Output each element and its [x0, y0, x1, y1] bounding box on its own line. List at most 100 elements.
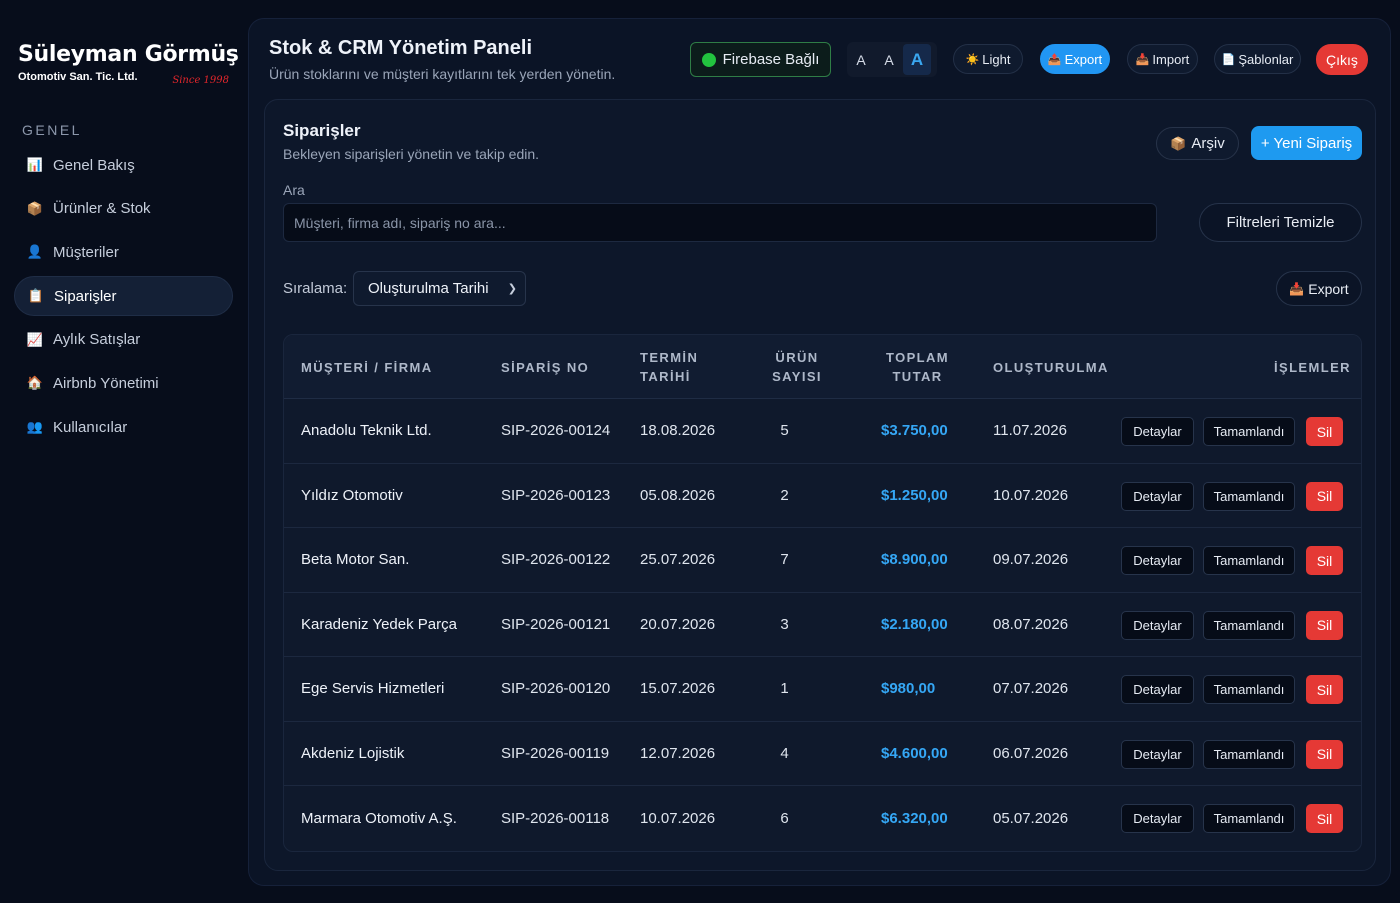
complete-button[interactable]: Tamamlandı [1203, 804, 1295, 833]
status-dot-icon [701, 52, 716, 67]
col-due-date: TERMİN TARİHİ [640, 350, 699, 384]
orders-card: Siparişler Bekleyen siparişleri yönetin … [264, 99, 1376, 871]
cell-created: 10.07.2026 [993, 486, 1069, 504]
firebase-status-badge: Firebase Bağlı [690, 42, 831, 77]
search-label: Ara [283, 182, 305, 198]
cell-created: 09.07.2026 [993, 551, 1069, 569]
cell-customer: Karadeniz Yedek Parça [301, 615, 457, 633]
details-button[interactable]: Detaylar [1121, 739, 1194, 769]
chevron-down-icon: ❯ [507, 283, 517, 295]
cell-total: $8.900,00 [881, 551, 948, 569]
font-size-medium-button[interactable]: A [875, 44, 903, 75]
package-icon: 📦 [26, 200, 44, 216]
sort-select[interactable]: Oluşturulma Tarihi ❯ [353, 271, 526, 306]
font-size-large-button[interactable]: A [903, 44, 931, 75]
cell-item-count: 2 [780, 486, 789, 504]
details-button[interactable]: Detaylar [1121, 610, 1194, 640]
sidebar-item--r-nler-stok[interactable]: 📦 Ürünler & Stok [14, 189, 233, 229]
complete-button[interactable]: Tamamlandı [1203, 610, 1295, 640]
trend-chart-icon: 📈 [26, 331, 44, 347]
cell-order-no: SIP-2026-00121 [501, 615, 611, 633]
table-header: MÜŞTERİ / FİRMA SİPARİŞ NO TERMİN TARİHİ… [284, 335, 1361, 399]
search-input[interactable] [283, 203, 1157, 242]
orders-title: Siparişler [283, 121, 361, 140]
delete-button[interactable]: Sil [1306, 610, 1343, 640]
cell-created: 06.07.2026 [993, 744, 1069, 762]
sidebar-item-label: Ürünler & Stok [53, 200, 151, 218]
table-row: Akdeniz Lojistik SIP-2026-00119 12.07.2026… [284, 722, 1361, 786]
sidebar-item-m-teriler[interactable]: 👤 Müşteriler [14, 232, 233, 272]
font-size-small-button[interactable]: A [847, 44, 875, 75]
sidebar-item-label: Kullanıcılar [53, 418, 128, 436]
sidebar-item-kullan-c-lar[interactable]: 👥 Kullanıcılar [14, 407, 233, 447]
table-row: Yıldız Otomotiv SIP-2026-00123 05.08.2026 2… [284, 464, 1361, 528]
archive-label: Arşiv [1191, 135, 1225, 152]
package-icon: 📦 [1170, 135, 1187, 151]
cell-created: 07.07.2026 [993, 680, 1069, 698]
logout-button[interactable]: Çıkış [1316, 44, 1368, 75]
export-label: Export [1064, 51, 1103, 67]
import-button[interactable]: 📥 Import [1127, 44, 1198, 74]
archive-button[interactable]: 📦 Arşiv [1156, 127, 1239, 160]
templates-button[interactable]: 📄 Şablonlar [1214, 44, 1301, 74]
cell-total: $980,00 [881, 680, 936, 698]
details-button[interactable]: Detaylar [1121, 481, 1194, 511]
cell-item-count: 1 [780, 680, 789, 698]
delete-button[interactable]: Sil [1306, 675, 1343, 704]
sidebar-item-label: Aylık Satışlar [53, 331, 141, 349]
export-button[interactable]: 📤 Export [1040, 44, 1110, 74]
sidebar-nav: 📊 Genel Bakış 📦 Ürünler & Stok 👤 Müşteriler 📋 S… [14, 145, 233, 451]
cell-created: 05.07.2026 [993, 809, 1069, 827]
sidebar-section-title: GENEL [22, 122, 82, 138]
templates-label: Şablonlar [1238, 51, 1294, 67]
cell-total: $1.250,00 [881, 486, 948, 504]
orders-table: MÜŞTERİ / FİRMA SİPARİŞ NO TERMİN TARİHİ… [283, 334, 1362, 852]
cell-order-no: SIP-2026-00119 [501, 744, 610, 762]
clipboard-icon: 📋 [27, 288, 45, 304]
table-row: Beta Motor San. SIP-2026-00122 25.07.2026 7… [284, 528, 1361, 593]
orders-export-button[interactable]: 📥 Export [1276, 271, 1362, 306]
clear-filters-button[interactable]: Filtreleri Temizle [1199, 203, 1362, 242]
details-button[interactable]: Detaylar [1121, 546, 1194, 575]
table-row: Ege Servis Hizmetleri SIP-2026-00120 15.07… [284, 657, 1361, 722]
bar-chart-icon: 📊 [26, 157, 44, 172]
complete-button[interactable]: Tamamlandı [1203, 546, 1295, 575]
complete-button[interactable]: Tamamlandı [1203, 417, 1295, 446]
theme-light-button[interactable]: ☀️ Light [953, 44, 1023, 74]
delete-button[interactable]: Sil [1306, 481, 1343, 511]
cell-order-no: SIP-2026-00124 [501, 422, 611, 440]
sidebar-item-airbnb-y-netimi[interactable]: 🏠 Airbnb Yönetimi [14, 363, 233, 403]
table-row: Marmara Otomotiv A.Ş. SIP-2026-00118 10.07… [284, 786, 1361, 851]
complete-button[interactable]: Tamamlandı [1203, 481, 1295, 511]
details-button[interactable]: Detaylar [1121, 417, 1194, 446]
complete-button[interactable]: Tamamlandı [1203, 739, 1295, 769]
sidebar-item-genel-bak-[interactable]: 📊 Genel Bakış [14, 145, 233, 185]
cell-due-date: 12.07.2026 [640, 744, 716, 762]
complete-button[interactable]: Tamamlandı [1203, 675, 1295, 704]
table-row: Karadeniz Yedek Parça SIP-2026-00121 20.07… [284, 593, 1361, 657]
page-title: Stok & CRM Yönetim Paneli [269, 37, 533, 59]
col-item-count: ÜRÜN SAYISI [772, 350, 822, 384]
delete-button[interactable]: Sil [1306, 804, 1343, 833]
cell-created: 11.07.2026 [993, 422, 1067, 440]
brand-name: Süleyman Görmüş [18, 42, 239, 67]
sidebar-item-ayl-k-sat-lar[interactable]: 📈 Aylık Satışlar [14, 320, 233, 360]
theme-light-label: Light [982, 51, 1011, 67]
cell-due-date: 05.08.2026 [640, 486, 716, 504]
sun-icon: ☀️ [965, 53, 980, 66]
delete-button[interactable]: Sil [1306, 417, 1343, 446]
cell-customer: Ege Servis Hizmetleri [301, 680, 445, 698]
details-button[interactable]: Detaylar [1121, 675, 1194, 704]
cell-order-no: SIP-2026-00123 [501, 486, 611, 504]
export-icon: 📥 [1289, 281, 1305, 296]
sidebar-item-sipari-ler[interactable]: 📋 Siparişler [14, 276, 233, 317]
cell-order-no: SIP-2026-00118 [501, 809, 610, 827]
table-row: Anadolu Teknik Ltd. SIP-2026-00124 18.08.2… [284, 399, 1361, 464]
cell-due-date: 20.07.2026 [640, 615, 716, 633]
delete-button[interactable]: Sil [1306, 546, 1343, 575]
cell-item-count: 5 [780, 422, 789, 440]
delete-button[interactable]: Sil [1306, 739, 1343, 769]
details-button[interactable]: Detaylar [1121, 804, 1194, 833]
new-order-button[interactable]: + Yeni Sipariş [1251, 126, 1362, 160]
col-customer: MÜŞTERİ / FİRMA [301, 360, 433, 375]
